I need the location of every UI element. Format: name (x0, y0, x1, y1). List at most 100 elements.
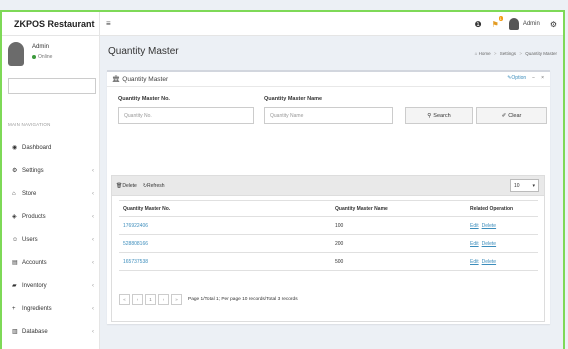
header-right: ❶ ⚑ 1 Admin ⚙ (474, 12, 557, 36)
quantity-table: Quantity Master No. Quantity Master Name… (119, 200, 538, 271)
results-toolbar: 🗑Delete ↻Refresh 10 ▾ (112, 176, 544, 196)
sidebar-item-settings[interactable]: ⚙ Settings ‹ (2, 159, 100, 182)
search-button[interactable]: ⚲ Search (405, 107, 473, 124)
settings-gear-icon[interactable]: ⚙ (550, 20, 557, 29)
sidebar-item-users[interactable]: ☺ Users ‹ (2, 228, 100, 251)
sidebar-item-label: Products (22, 213, 46, 220)
sidebar-item-dashboard[interactable]: ◉ Dashboard (2, 136, 100, 159)
box-tools: ✎Option − × (507, 75, 544, 81)
edit-link[interactable]: Edit (470, 223, 479, 229)
quantity-name-input[interactable]: Quantity Name (264, 107, 393, 124)
col-related-operation: Related Operation (466, 200, 538, 217)
quantity-name-cell: 500 (331, 252, 466, 271)
user-status-text: Online (38, 54, 53, 60)
sidebar-item-label: Store (22, 190, 37, 197)
quantity-name-cell: 200 (331, 234, 466, 253)
breadcrumb: ⌂ Home > Settings > Quantity Master (474, 51, 557, 56)
cube-icon: ◈ (12, 214, 17, 220)
quantity-no-cell[interactable]: 165737538 (119, 252, 331, 271)
pagination-info: Page 1/Total 1; Per page 10 records/Tota… (188, 297, 298, 302)
sidebar-item-ingredients[interactable]: + Ingredients ‹ (2, 297, 100, 320)
sidebar-menu: ◉ Dashboard ⚙ Settings ‹ ⌂ Store ‹ ◈ Products ‹ ☺ Us… (2, 136, 100, 349)
prev-page-button[interactable]: ‹ (132, 294, 143, 305)
page-title: Quantity Master (108, 46, 179, 57)
user-avatar (8, 42, 24, 66)
delete-link[interactable]: Delete (482, 241, 496, 247)
quantity-no-input[interactable]: Quantity No. (118, 107, 254, 124)
box-title: Quantity Master (122, 75, 169, 83)
chevron-left-icon: ‹ (92, 305, 94, 312)
breadcrumb-settings[interactable]: Settings (500, 51, 516, 56)
main-content: Quantity Master ⌂ Home > Settings > Quan… (101, 36, 563, 349)
current-page[interactable]: 1 (145, 294, 156, 305)
user-status: Online (32, 54, 52, 60)
table-row: 165737538 500 Edit Delete (119, 252, 538, 271)
pagination: « ‹ 1 › » Page 1/Total 1; Per page 10 re… (119, 294, 298, 305)
table-row: 176922406 100 Edit Delete (119, 216, 538, 235)
sidebar-item-products[interactable]: ◈ Products ‹ (2, 205, 100, 228)
chevron-left-icon: ‹ (92, 236, 94, 243)
sidebar-item-store[interactable]: ⌂ Store ‹ (2, 182, 100, 205)
sidebar-item-pos-reports[interactable]: ◎Pos Reports‹ (2, 343, 100, 349)
notification-badge: 1 (498, 15, 503, 21)
sidebar-item-label: Settings (22, 167, 44, 174)
page-size-select[interactable]: 10 ▾ (510, 179, 539, 192)
breadcrumb-current: Quantity Master (525, 51, 557, 56)
quantity-no-cell[interactable]: 176922406 (119, 216, 331, 235)
database-icon: ▥ (12, 329, 18, 335)
sidebar-item-accounts[interactable]: ▤ Accounts ‹ (2, 251, 100, 274)
table-header-row: Quantity Master No. Quantity Master Name… (119, 200, 538, 217)
last-page-button[interactable]: » (171, 294, 182, 305)
sidebar-item-inventory[interactable]: ▰ Inventory ‹ (2, 274, 100, 297)
sidebar-item-label: Inventory (22, 282, 47, 289)
option-button[interactable]: ✎Option (507, 75, 526, 81)
quantity-name-cell: 100 (331, 216, 466, 235)
close-button[interactable]: × (541, 75, 544, 81)
chevron-left-icon: ‹ (92, 213, 94, 220)
sidebar-item-database[interactable]: ▥ Database ‹ (2, 320, 100, 343)
sidebar-search-input[interactable] (8, 78, 96, 94)
collapse-button[interactable]: − (532, 75, 535, 81)
eraser-icon: ✐ (501, 112, 507, 119)
edit-link[interactable]: Edit (470, 241, 479, 247)
edit-link[interactable]: Edit (470, 259, 479, 265)
sidebar: Admin Online MAIN NAVIGATION ◉ Dashboard ⚙… (2, 36, 100, 349)
col-quantity-no: Quantity Master No. (119, 200, 331, 217)
top-header: ZKPOS Restaurant ≡ ❶ ⚑ 1 Admin ⚙ (2, 12, 563, 36)
info-icon[interactable]: ❶ (474, 20, 481, 29)
chevron-left-icon: ‹ (92, 282, 94, 289)
sidebar-item-label: Dashboard (22, 144, 52, 151)
table-row: 528808166 200 Edit Delete (119, 234, 538, 253)
home-icon: ⌂ (12, 190, 16, 197)
search-icon: ⚲ (427, 112, 432, 119)
chevron-left-icon: ‹ (92, 259, 94, 266)
bank-icon: 🏛 (112, 76, 121, 83)
first-page-button[interactable]: « (119, 294, 130, 305)
clear-button[interactable]: ✐ Clear (476, 107, 547, 124)
app-frame: ZKPOS Restaurant ≡ ❶ ⚑ 1 Admin ⚙ Admin On… (0, 10, 565, 349)
delete-link[interactable]: Delete (482, 223, 496, 229)
sidebar-toggle-icon[interactable]: ≡ (106, 19, 111, 28)
gear-icon: ⚙ (12, 168, 18, 174)
notification-bell-icon[interactable]: ⚑ 1 (492, 15, 503, 29)
sidebar-item-label: Database (22, 328, 48, 335)
col-quantity-name: Quantity Master Name (331, 200, 466, 217)
user-icon: ☺ (12, 236, 19, 243)
sidebar-item-label: Accounts (22, 259, 47, 266)
chevron-left-icon: ‹ (92, 190, 94, 197)
delete-link[interactable]: Delete (482, 259, 496, 265)
quantity-no-cell[interactable]: 528808166 (119, 234, 331, 253)
breadcrumb-home[interactable]: Home (479, 51, 491, 56)
inventory-icon: ▰ (12, 283, 17, 289)
sidebar-item-label: Users (22, 236, 38, 243)
quantity-name-label: Quantity Master Name (264, 96, 323, 102)
delete-button[interactable]: 🗑Delete (116, 183, 137, 189)
box-header: 🏛 Quantity Master ✎Option − × (107, 72, 550, 87)
refresh-button[interactable]: ↻Refresh (143, 183, 165, 189)
user-menu[interactable]: Admin (508, 18, 540, 30)
user-menu-label: Admin (522, 21, 540, 27)
related-operation-cell: Edit Delete (466, 234, 538, 253)
next-page-button[interactable]: › (158, 294, 169, 305)
user-name: Admin (32, 44, 50, 50)
brand-logo[interactable]: ZKPOS Restaurant (2, 12, 100, 36)
